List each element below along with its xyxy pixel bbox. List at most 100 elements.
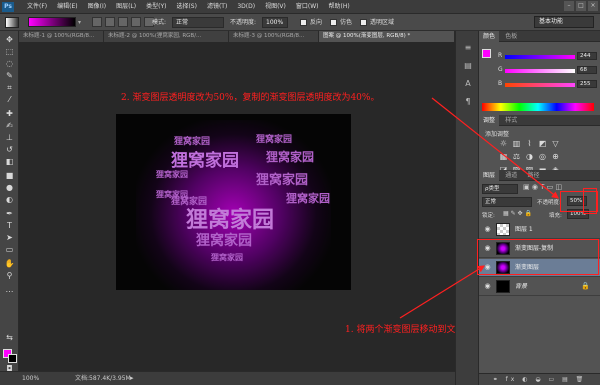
history-brush-tool-icon[interactable]: ↺ — [4, 145, 15, 154]
minimize-button[interactable]: – — [564, 1, 574, 11]
background-color-swatch[interactable] — [8, 354, 17, 363]
transparency-checkbox[interactable] — [360, 19, 367, 26]
chevron-down-icon[interactable]: ▾ — [78, 19, 84, 26]
maximize-button[interactable]: □ — [576, 1, 586, 11]
path-select-tool-icon[interactable]: ➤ — [4, 233, 15, 242]
hue-saturation-icon[interactable]: ▦ — [499, 152, 508, 161]
lock-icons[interactable]: ▦ ✎ ✥ 🔒 — [503, 210, 532, 217]
black-white-icon[interactable]: ◑ — [525, 152, 534, 161]
dodge-tool-icon[interactable]: ◐ — [4, 195, 15, 204]
menu-window[interactable]: 窗口(W) — [291, 0, 324, 14]
tab-pattern[interactable]: 图案 @ 100%(渐变图层, RGB/8) * — [319, 31, 455, 42]
lasso-tool-icon[interactable]: ◌ — [4, 59, 15, 68]
gradient-tool-icon[interactable] — [5, 17, 19, 28]
b-value[interactable]: 255 — [577, 80, 597, 88]
eyedropper-tool-icon[interactable]: ⁄ — [4, 95, 15, 104]
move-tool-icon[interactable]: ✥ — [4, 35, 15, 44]
brush-tool-icon[interactable]: ✍ — [4, 121, 15, 130]
zoom-tool-icon[interactable]: ⚲ — [4, 271, 15, 280]
r-value[interactable]: 244 — [577, 52, 597, 60]
clone-stamp-tool-icon[interactable]: ⊥ — [4, 133, 15, 142]
swap-colors-icon[interactable]: ⇆ — [4, 333, 15, 342]
tab-channels[interactable]: 通道 — [501, 170, 521, 181]
reflected-gradient-button[interactable] — [131, 17, 141, 27]
marquee-tool-icon[interactable]: ⬚ — [4, 47, 15, 56]
workspace-select[interactable]: 基本功能 — [534, 16, 594, 28]
opacity-input[interactable]: 100% — [262, 17, 288, 28]
tab-untitled-3[interactable]: 未标题-3 @ 100%(RGB/8... — [229, 31, 319, 42]
color-balance-icon[interactable]: ⚖ — [512, 152, 521, 161]
type-tool-icon[interactable]: T — [4, 221, 15, 230]
menu-3d[interactable]: 3D(D) — [232, 0, 260, 14]
photo-filter-icon[interactable]: ◎ — [538, 152, 547, 161]
channel-mixer-icon[interactable]: ⊕ — [551, 152, 560, 161]
paragraph-panel-icon[interactable]: ¶ — [463, 97, 473, 107]
color-spectrum[interactable] — [482, 103, 594, 111]
tab-untitled-2[interactable]: 未标题-2 @ 100%(狸窝家园, RGB/... — [104, 31, 229, 42]
more-tools-icon[interactable]: … — [4, 285, 15, 294]
g-slider[interactable] — [505, 69, 575, 73]
curves-icon[interactable]: ⌇ — [525, 139, 534, 148]
tab-untitled-1[interactable]: 未标题-1 @ 100%(RGB/8... — [19, 31, 104, 42]
menu-edit[interactable]: 编辑(E) — [52, 0, 82, 14]
linear-gradient-button[interactable] — [92, 17, 102, 27]
vibrance-icon[interactable]: ▽ — [551, 139, 560, 148]
blend-mode-select[interactable]: 正常 — [482, 197, 532, 207]
gradient-tool-icon[interactable]: ■ — [4, 171, 15, 180]
blur-tool-icon[interactable]: ● — [4, 183, 15, 192]
menu-layer[interactable]: 图层(L) — [111, 0, 141, 14]
tab-color[interactable]: 颜色 — [479, 31, 500, 42]
tab-swatches[interactable]: 色板 — [501, 31, 521, 42]
menu-help[interactable]: 帮助(H) — [324, 0, 355, 14]
hand-tool-icon[interactable]: ✋ — [4, 259, 15, 268]
menu-select[interactable]: 选择(S) — [171, 0, 202, 14]
b-slider[interactable] — [505, 83, 575, 87]
brightness-icon[interactable]: ☼ — [499, 139, 508, 148]
eraser-tool-icon[interactable]: ◧ — [4, 157, 15, 166]
menu-type[interactable]: 类型(Y) — [141, 0, 171, 14]
crop-tool-icon[interactable]: ⌗ — [4, 83, 15, 92]
properties-panel-icon[interactable]: ▤ — [463, 61, 473, 71]
mode-select[interactable]: 正常 — [172, 17, 224, 28]
close-button[interactable]: × — [588, 1, 598, 11]
visibility-eye-icon[interactable]: ◉ — [483, 225, 492, 234]
menu-view[interactable]: 视图(V) — [260, 0, 291, 14]
quick-select-tool-icon[interactable]: ✎ — [4, 71, 15, 80]
layer-row-1[interactable]: ◉ 图层 1 — [479, 221, 600, 239]
layer-kind-filter[interactable]: ρ类型 — [482, 184, 518, 194]
shape-tool-icon[interactable]: ▭ — [4, 245, 15, 254]
chevron-right-icon[interactable]: ▸ — [130, 372, 134, 385]
menu-image[interactable]: 图像(I) — [83, 0, 111, 14]
zoom-level[interactable]: 100% — [22, 372, 39, 385]
pen-tool-icon[interactable]: ✒ — [4, 209, 15, 218]
r-slider[interactable] — [505, 55, 575, 59]
layer-row-background[interactable]: ◉ 背景 🔒 — [479, 278, 600, 296]
panel-foreground-swatch[interactable] — [482, 49, 491, 58]
levels-icon[interactable]: ▥ — [512, 139, 521, 148]
radial-gradient-button[interactable] — [105, 17, 115, 27]
menu-file[interactable]: 文件(F) — [22, 0, 52, 14]
tab-layers[interactable]: 图层 — [479, 170, 500, 181]
gradient-type-buttons — [92, 17, 154, 27]
dither-checkbox[interactable] — [330, 19, 337, 26]
character-panel-icon[interactable]: A — [463, 79, 473, 89]
layer-name[interactable]: 背景 — [515, 278, 527, 296]
angle-gradient-button[interactable] — [118, 17, 128, 27]
tab-styles[interactable]: 样式 — [501, 115, 521, 126]
tab-paths[interactable]: 路径 — [524, 170, 544, 181]
layer-name[interactable]: 图层 1 — [515, 221, 533, 239]
exposure-icon[interactable]: ◩ — [538, 139, 547, 148]
tab-adjustments[interactable]: 调整 — [479, 115, 500, 126]
document-canvas[interactable]: 狸窝家园 狸窝家园 狸窝家园 狸窝家园 狸窝家园 狸窝家园 狸窝家园 狸窝家园 … — [116, 114, 351, 290]
history-panel-icon[interactable]: ≡ — [463, 43, 473, 53]
filter-icons[interactable]: ▣ ◉ T ▭ ◫ — [523, 183, 562, 191]
gradient-picker[interactable] — [28, 17, 76, 27]
layers-highlight-box — [477, 239, 599, 275]
g-value[interactable]: 68 — [577, 66, 597, 74]
visibility-eye-icon[interactable]: ◉ — [483, 282, 492, 291]
reverse-label: 反向 — [310, 19, 323, 26]
layers-footer-buttons[interactable]: ⚭ fx ◐ ◒ ▭ ▤ 🗑 — [479, 373, 600, 385]
reverse-checkbox[interactable] — [300, 19, 307, 26]
menu-filter[interactable]: 滤镜(T) — [202, 0, 232, 14]
healing-brush-tool-icon[interactable]: ✚ — [4, 109, 15, 118]
